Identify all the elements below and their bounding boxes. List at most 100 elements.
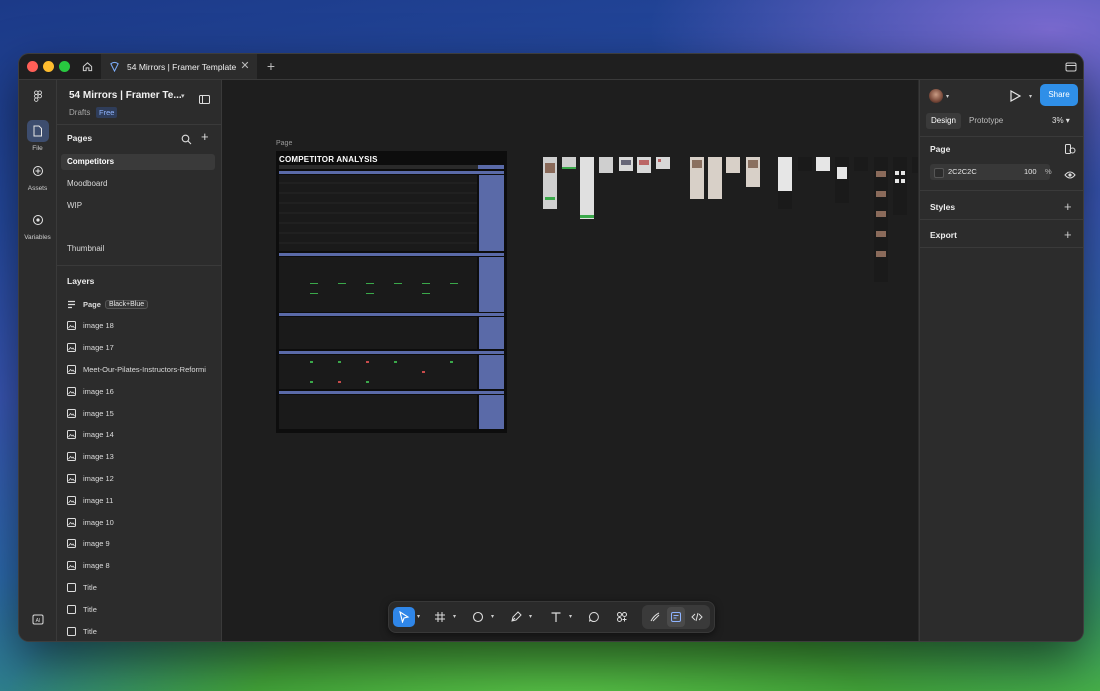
pen-tool-button[interactable]	[507, 607, 525, 627]
figma-logo-icon[interactable]	[19, 90, 56, 106]
zoom-dropdown[interactable]: 3% ▾	[1052, 116, 1070, 125]
layer-label: Meet-Our-Pilates-Instructors-Reformi	[83, 364, 206, 374]
layer-label: image 16	[83, 386, 114, 396]
page-item-moodboard[interactable]: Moodboard	[61, 176, 215, 192]
close-tab-icon[interactable]: ✕	[239, 60, 251, 72]
add-style-button[interactable]: +	[1064, 200, 1072, 213]
layer-item[interactable]: Meet-Our-Pilates-Instructors-Reformi	[67, 362, 206, 376]
layer-item[interactable]: image 18	[67, 319, 114, 333]
text-tool-button[interactable]	[547, 607, 565, 627]
chevron-down-icon[interactable]: ▾	[946, 93, 949, 100]
draw-icon	[650, 612, 660, 622]
chevron-down-icon[interactable]: ▾	[1029, 93, 1032, 100]
project-title[interactable]: 54 Mirrors | Framer Te...	[69, 90, 182, 101]
color-opacity-value[interactable]: 100	[1024, 167, 1037, 176]
layer-item[interactable]: Page Black+Blue	[67, 297, 149, 311]
frame-label[interactable]: Page	[276, 140, 292, 147]
layer-item[interactable]: image 14	[67, 428, 114, 442]
color-hex-value[interactable]: 2C2C2C	[948, 167, 977, 176]
draw-mode-button[interactable]	[646, 607, 664, 627]
divider	[920, 247, 1083, 248]
layer-item[interactable]: image 8	[67, 559, 110, 573]
layer-item[interactable]: image 17	[67, 341, 114, 355]
page-item-thumbnail[interactable]: Thumbnail	[61, 241, 215, 257]
code-icon	[691, 612, 703, 622]
image-icon	[67, 321, 76, 331]
zoom-value: 3%	[1052, 116, 1064, 125]
image-icon	[67, 473, 76, 483]
sidebar-toggle-icon[interactable]	[199, 91, 210, 104]
eye-icon[interactable]	[1064, 167, 1076, 179]
chevron-down-icon[interactable]: ▾	[417, 613, 420, 620]
left-panel: 54 Mirrors | Framer Te... ▾ Drafts Free …	[57, 80, 222, 641]
new-tab-button[interactable]: +	[263, 58, 279, 74]
window-layout-icon[interactable]	[1065, 60, 1077, 72]
layer-item[interactable]: Title	[67, 602, 97, 616]
variables-icon	[27, 209, 49, 231]
rail-variables[interactable]: Variables	[19, 209, 56, 241]
close-window-button[interactable]	[27, 61, 38, 72]
frame-tool-button[interactable]	[431, 607, 449, 627]
layer-item[interactable]: image 9	[67, 537, 110, 551]
ellipse-icon	[472, 611, 484, 623]
present-play-icon[interactable]	[1008, 89, 1022, 103]
search-icon[interactable]	[181, 132, 193, 145]
page-color-field[interactable]: 2C2C2C 100 %	[930, 164, 1052, 180]
color-swatch[interactable]	[934, 168, 944, 178]
chevron-down-icon[interactable]: ▾	[569, 613, 572, 620]
layer-label: image 12	[83, 473, 114, 483]
move-tool-button[interactable]	[393, 607, 415, 627]
layer-item[interactable]: image 11	[67, 493, 113, 507]
opacity-unit: %	[1045, 167, 1052, 176]
design-canvas[interactable]: Page COMPETITOR ANALYSIS	[222, 80, 918, 641]
add-page-button[interactable]: +	[201, 130, 209, 143]
design-mode-button[interactable]	[667, 607, 685, 627]
minimize-window-button[interactable]	[43, 61, 54, 72]
image-icon	[67, 430, 76, 440]
layer-item[interactable]: image 12	[67, 471, 114, 485]
page-item-wip[interactable]: WIP	[61, 198, 215, 214]
layer-label: Title	[83, 582, 97, 592]
layer-item[interactable]: image 13	[67, 450, 114, 464]
layer-item[interactable]: Title	[67, 624, 97, 638]
text-icon	[551, 612, 561, 622]
actions-tool-button[interactable]	[613, 607, 631, 627]
image-icon	[67, 364, 76, 374]
layer-item[interactable]: image 10	[67, 515, 114, 529]
chevron-down-icon[interactable]: ▾	[491, 613, 494, 620]
page-item-competitors[interactable]: Competitors	[61, 154, 215, 170]
share-button[interactable]: Share	[1040, 84, 1078, 106]
chevron-down-icon[interactable]: ▾	[181, 92, 185, 100]
avatar[interactable]	[929, 89, 943, 103]
add-export-button[interactable]: +	[1064, 228, 1072, 241]
rail-variables-label: Variables	[24, 234, 51, 241]
layer-item[interactable]: image 15	[67, 406, 114, 420]
tab-design[interactable]: Design	[926, 113, 961, 129]
image-icon	[67, 386, 76, 396]
zoom-window-button[interactable]	[59, 61, 70, 72]
divider	[57, 124, 221, 125]
ai-icon[interactable]: AI	[19, 614, 56, 627]
home-icon[interactable]	[77, 57, 97, 75]
rail-file[interactable]: File	[19, 120, 56, 152]
comment-tool-button[interactable]	[585, 607, 603, 627]
other-frames-thumbnails	[543, 157, 918, 282]
chevron-down-icon[interactable]: ▾	[453, 613, 456, 620]
tab-prototype[interactable]: Prototype	[964, 113, 1008, 129]
page-styles-icon[interactable]	[1064, 142, 1076, 154]
chevron-down-icon[interactable]: ▾	[529, 613, 532, 620]
competitor-analysis-frame[interactable]: COMPETITOR ANALYSIS	[276, 151, 507, 433]
figma-file-icon	[109, 61, 121, 73]
dev-mode-button[interactable]	[688, 607, 706, 627]
layer-item[interactable]: Title	[67, 580, 97, 594]
drafts-link[interactable]: Drafts	[69, 108, 90, 117]
rail-file-label: File	[32, 145, 43, 152]
file-tab[interactable]: 54 Mirrors | Framer Template ✕	[101, 54, 257, 79]
rail-assets[interactable]: Assets	[19, 160, 56, 192]
title-bar: 54 Mirrors | Framer Template ✕ +	[19, 54, 1083, 80]
styles-section-header: Styles	[930, 202, 956, 212]
shape-tool-button[interactable]	[469, 607, 487, 627]
image-icon	[67, 517, 76, 527]
layer-item[interactable]: image 16	[67, 384, 114, 398]
layer-label: image 11	[83, 495, 114, 505]
